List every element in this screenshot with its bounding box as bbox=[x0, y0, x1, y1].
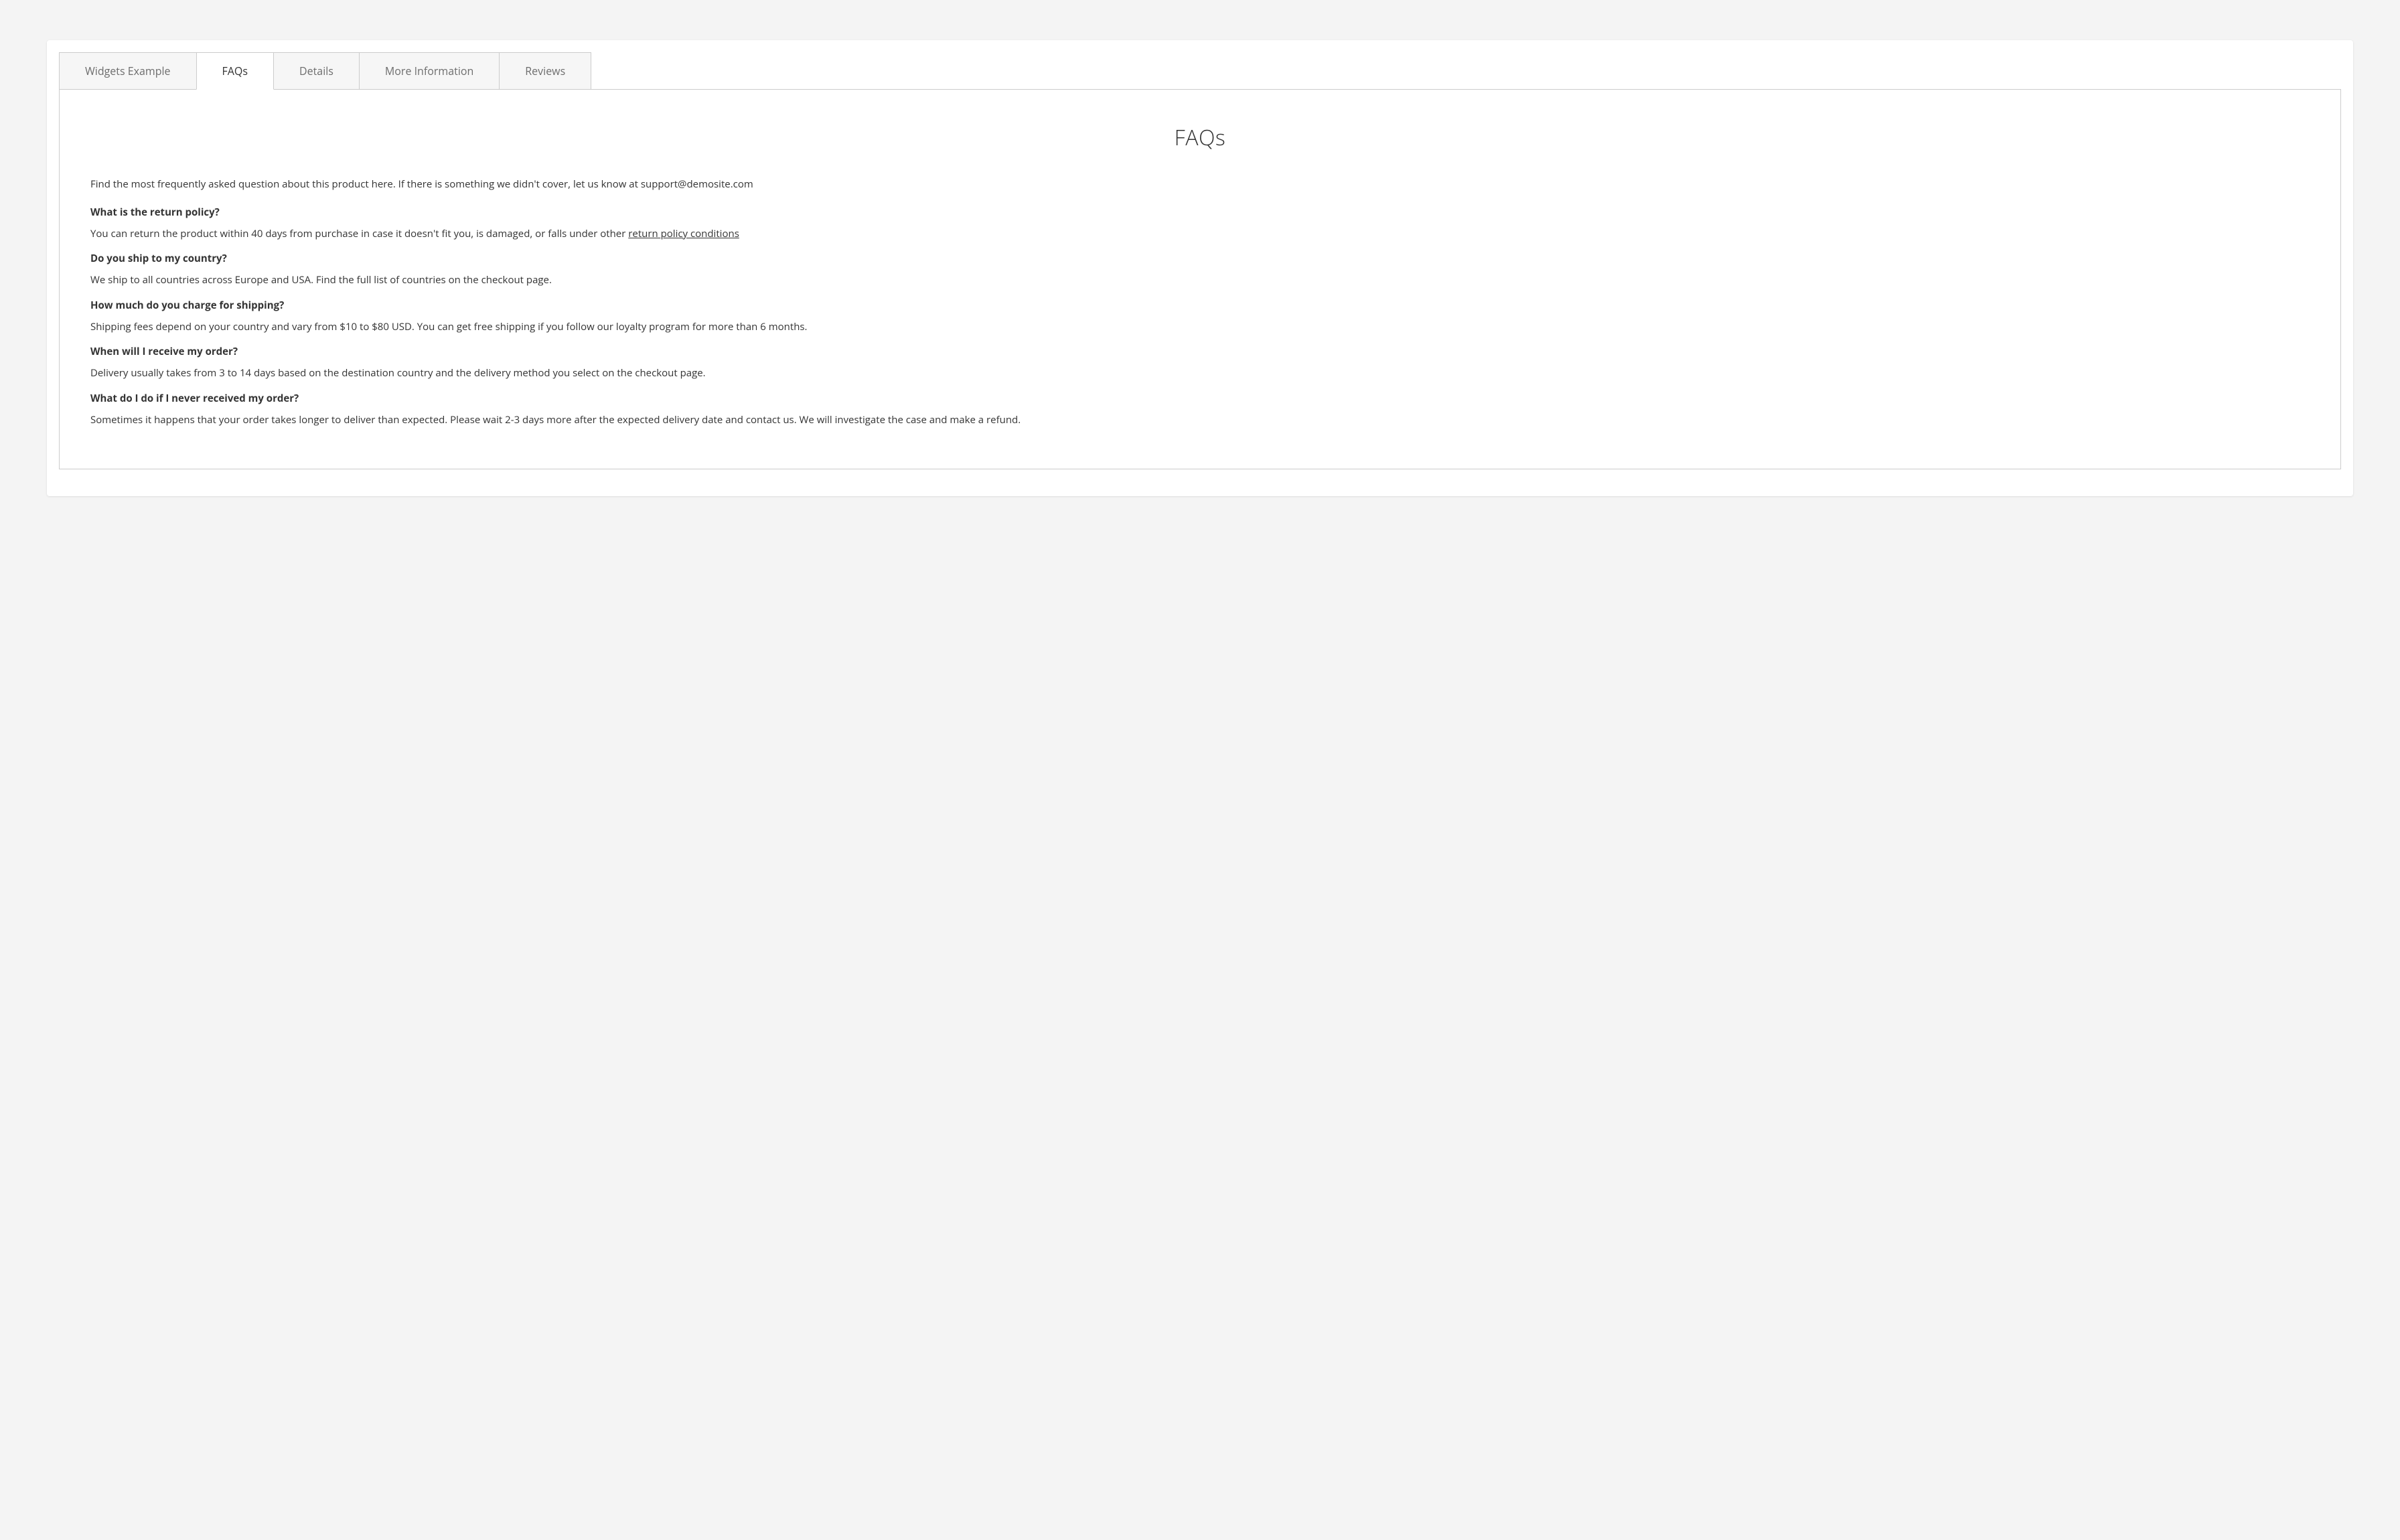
faq-question: How much do you charge for shipping? bbox=[90, 299, 2310, 312]
faq-question: What do I do if I never received my orde… bbox=[90, 392, 2310, 405]
tab-faqs[interactable]: FAQs bbox=[196, 52, 274, 90]
faq-heading: FAQs bbox=[90, 123, 2310, 152]
tab-widgets-example[interactable]: Widgets Example bbox=[59, 52, 197, 89]
faq-intro-text: Find the most frequently asked question … bbox=[90, 176, 2310, 194]
tab-details[interactable]: Details bbox=[273, 52, 360, 89]
faq-answer: Delivery usually takes from 3 to 14 days… bbox=[90, 365, 2310, 382]
content-card: Widgets Example FAQs Details More Inform… bbox=[47, 40, 2353, 496]
faq-answer: Shipping fees depend on your country and… bbox=[90, 319, 2310, 336]
return-policy-link[interactable]: return policy conditions bbox=[628, 227, 739, 240]
tab-bar: Widgets Example FAQs Details More Inform… bbox=[59, 52, 2341, 90]
faq-question: What is the return policy? bbox=[90, 206, 2310, 219]
faq-answer: We ship to all countries across Europe a… bbox=[90, 272, 2310, 289]
faq-question: Do you ship to my country? bbox=[90, 252, 2310, 265]
faq-answer: You can return the product within 40 day… bbox=[90, 226, 2310, 243]
faq-answer: Sometimes it happens that your order tak… bbox=[90, 412, 2310, 429]
tab-reviews[interactable]: Reviews bbox=[499, 52, 591, 89]
faq-answer-text: You can return the product within 40 day… bbox=[90, 227, 628, 240]
tab-more-information[interactable]: More Information bbox=[359, 52, 500, 89]
faq-question: When will I receive my order? bbox=[90, 345, 2310, 358]
tab-content-faqs: FAQs Find the most frequently asked ques… bbox=[59, 90, 2341, 469]
